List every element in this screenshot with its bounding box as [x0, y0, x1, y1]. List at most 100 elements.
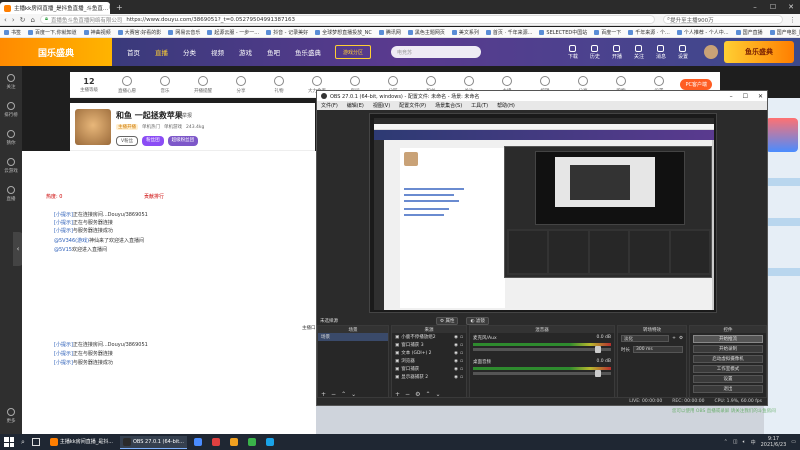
bookmark-item[interactable]: 起源云服 - 一步一...	[207, 29, 259, 36]
nav-item[interactable]: 游戏	[239, 47, 252, 57]
filters-button[interactable]: ◐ 滤镜	[466, 317, 489, 325]
user-avatar[interactable]	[704, 45, 718, 59]
nav-item[interactable]: 视频	[211, 47, 224, 57]
header-icon-item[interactable]: 设置	[678, 44, 688, 60]
bookmark-item[interactable]: 个人推荐 - 个人中...	[676, 29, 729, 36]
douyu-logo[interactable]: 国乐盛典	[0, 38, 112, 66]
sidebar-item[interactable]: 直播	[7, 186, 16, 202]
sidebar-more[interactable]: 更多	[7, 408, 16, 424]
tray-up-icon[interactable]: ⌃	[724, 439, 728, 445]
tag-1[interactable]: 单机热门	[142, 124, 160, 130]
toolbar-item[interactable]: 开播提醒	[184, 75, 222, 94]
lock-icon[interactable]: ▫	[460, 335, 463, 340]
obs-menu-item[interactable]: 工具(T)	[471, 102, 488, 109]
reload-icon[interactable]: ↻	[20, 16, 26, 24]
new-tab-icon[interactable]: +	[116, 3, 123, 12]
toolbar-item[interactable]: 12 主播等级	[70, 77, 108, 93]
source-item[interactable]: ▣ 浏览器 ◉ ▫	[392, 357, 466, 365]
taskbar-app-icon[interactable]	[191, 436, 205, 449]
volume-slider-knob[interactable]	[595, 346, 601, 353]
header-icon-item[interactable]: 消息	[656, 44, 666, 60]
nav-item[interactable]: 分类	[183, 47, 196, 57]
transition-settings-icon[interactable]: ⚙	[679, 336, 683, 341]
bookmark-item[interactable]: 国产直播	[735, 29, 763, 36]
sidebar-item[interactable]: 猜你	[7, 130, 16, 146]
obs-close-icon[interactable]: ✕	[758, 93, 763, 100]
obs-menu-item[interactable]: 场景集合(S)	[435, 102, 462, 109]
toolbar-item[interactable]: 直播心愿	[108, 75, 146, 94]
transition-add-icon[interactable]: +	[672, 336, 676, 341]
lock-icon[interactable]: ▫	[460, 375, 463, 380]
control-button[interactable]: 启动虚拟摄像机	[693, 355, 763, 363]
control-button[interactable]: 工作室模式	[693, 365, 763, 373]
obs-menu-item[interactable]: 编辑(E)	[347, 102, 364, 109]
bookmark-item[interactable]: 全球梦想直播投放_NC	[315, 29, 372, 36]
visibility-eye-icon[interactable]: ◉	[454, 359, 458, 364]
sidebar-item[interactable]: 关注	[7, 74, 16, 90]
bookmark-item[interactable]: 百度一下,你就知道	[28, 29, 77, 36]
source-item[interactable]: ▣ 小鹿不停播放组2 ◉ ▫	[392, 333, 466, 341]
pc-client-button[interactable]: PC客户端	[680, 79, 712, 90]
lock-icon[interactable]: ▫	[460, 359, 463, 364]
clock[interactable]: 9:17 2021/6/23	[761, 436, 787, 448]
douyu-search-input[interactable]: 电竞苏	[391, 46, 481, 58]
report-link[interactable]: 举报	[182, 112, 192, 119]
control-button[interactable]: 设置	[693, 375, 763, 383]
control-button[interactable]: 退出	[693, 385, 763, 393]
windows-start-icon[interactable]	[4, 437, 14, 447]
visibility-eye-icon[interactable]: ◉	[454, 375, 458, 380]
bookmark-item[interactable]: SELECTED中国站	[539, 29, 587, 36]
forward-icon[interactable]: ›	[12, 16, 15, 24]
taskbar-app-icon[interactable]	[209, 436, 223, 449]
bookmark-item[interactable]: 黑色主题网页	[407, 29, 445, 36]
taskbar-app-icon[interactable]	[245, 436, 259, 449]
source-item[interactable]: ▣ 窗口捕获 ◉ ▫	[392, 365, 466, 373]
bookmark-item[interactable]: 书签	[4, 29, 21, 36]
visibility-eye-icon[interactable]: ◉	[454, 343, 458, 348]
volume-slider-knob[interactable]	[595, 370, 601, 377]
header-icon-item[interactable]: 关注	[634, 44, 644, 60]
minimize-icon[interactable]: –	[746, 3, 764, 11]
visibility-eye-icon[interactable]: ◉	[454, 351, 458, 356]
bookmark-item[interactable]: 国产电影_国产电...	[769, 29, 800, 36]
header-icon-item[interactable]: 历史	[590, 44, 600, 60]
task-view-icon[interactable]	[31, 438, 40, 446]
sidebar-item[interactable]: 云游戏	[4, 158, 18, 174]
bookmark-item[interactable]: 千年来源 · 个...	[628, 29, 670, 36]
lock-icon[interactable]: ▫	[460, 367, 463, 372]
taskbar-app-icon[interactable]	[227, 436, 241, 449]
bookmark-item[interactable]: 腾讯网	[378, 29, 401, 36]
properties-button[interactable]: ⚙ 属性	[436, 317, 459, 325]
browser-tab[interactable]: 主播kk房间直播_是抖鱼直播_斗鱼直... ✕	[0, 2, 110, 14]
ranking-label[interactable]: 贡献排行	[144, 193, 164, 200]
toolbar-item[interactable]: 分享	[222, 75, 260, 94]
source-item[interactable]: ▣ 窗口捕获 3 ◉ ▫	[392, 341, 466, 349]
control-button[interactable]: 开始推流	[693, 335, 763, 343]
toolbar-item[interactable]: 礼物	[260, 75, 298, 94]
bookmark-item[interactable]: 神曲视频	[83, 29, 111, 36]
volume-slider[interactable]	[473, 346, 611, 353]
visibility-eye-icon[interactable]: ◉	[454, 335, 458, 340]
tag-2[interactable]: 单机游戏	[164, 124, 182, 130]
back-icon[interactable]: ‹	[4, 16, 7, 24]
obs-maximize-icon[interactable]: ☐	[743, 93, 748, 100]
bookmark-item[interactable]: 百度一下	[594, 29, 621, 36]
home-icon[interactable]: ⌂	[31, 16, 35, 24]
duration-input[interactable]: 300 ms	[633, 346, 683, 353]
notification-icon[interactable]: ▭	[791, 439, 796, 445]
super-fan-button[interactable]: 超级粉丝团	[167, 136, 199, 146]
transition-select[interactable]: 淡化	[621, 335, 670, 342]
scene-item[interactable]: 场景	[318, 333, 388, 341]
close-tab-icon[interactable]: ✕	[108, 5, 110, 11]
nav-item[interactable]: 首页	[127, 47, 140, 57]
fan-club-button[interactable]: 粉丝团	[142, 136, 164, 146]
extensions-icon[interactable]: ⋮	[789, 16, 796, 24]
header-icon-item[interactable]: 下载	[568, 44, 578, 60]
source-item[interactable]: ▣ 显示器捕获 2 ◉ ▫	[392, 373, 466, 381]
control-button[interactable]: 开始录制	[693, 345, 763, 353]
header-icon-item[interactable]: 开播	[612, 44, 622, 60]
taskbar-task[interactable]: 主播kk房间直播_是抖...	[47, 436, 116, 449]
taskbar-search-icon[interactable]: ⌕	[21, 438, 25, 447]
bookmark-item[interactable]: 网易云音乐	[168, 29, 200, 36]
nav-item[interactable]: 鱼吧	[267, 47, 280, 57]
